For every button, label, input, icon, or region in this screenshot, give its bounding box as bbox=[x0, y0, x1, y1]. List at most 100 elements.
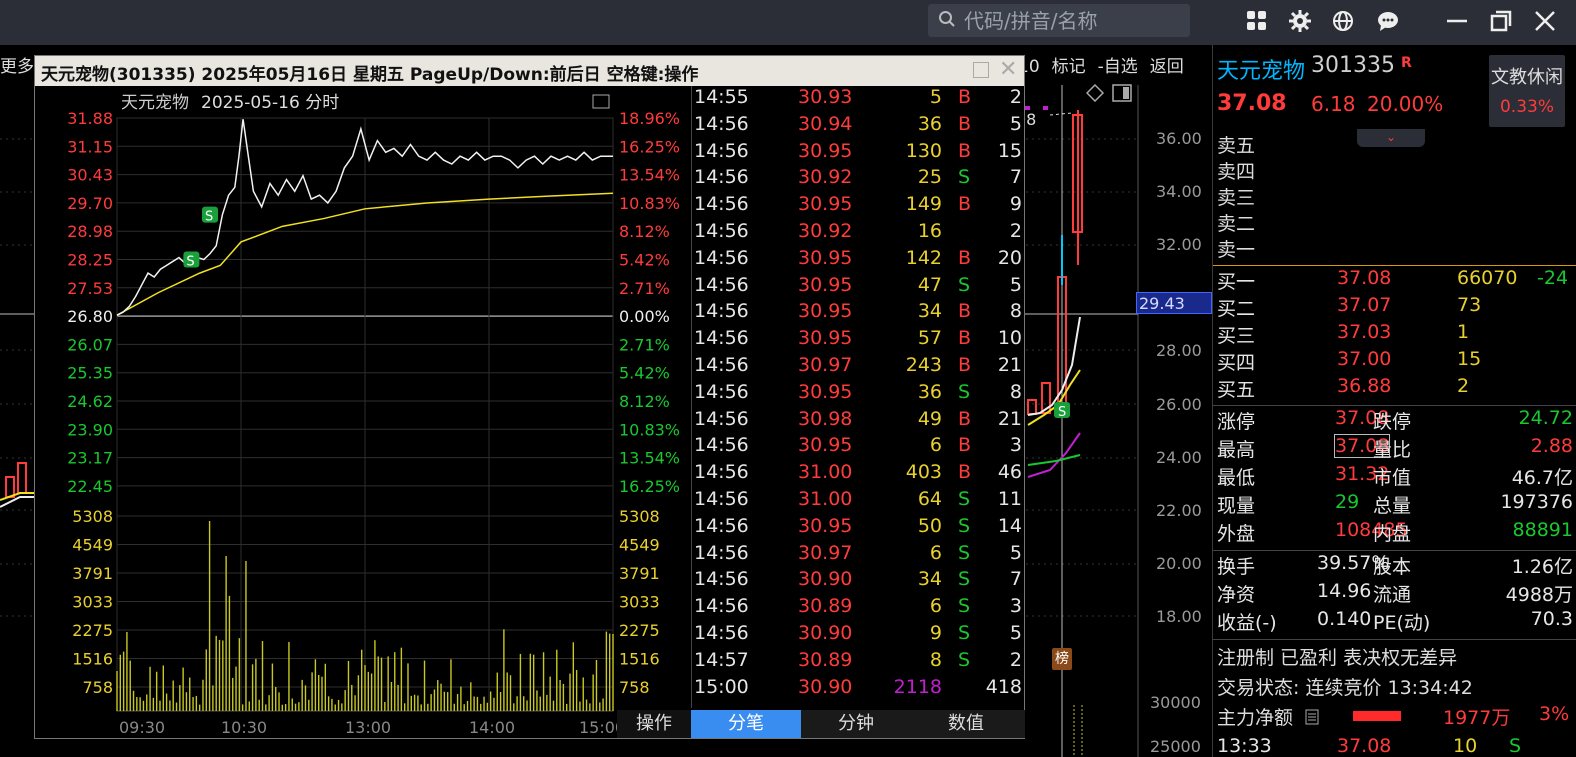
price-tick-label: 31.88 bbox=[67, 109, 113, 128]
bid-row[interactable]: 买三 37.03 1 bbox=[1217, 321, 1569, 348]
popup-maximize-icon[interactable] bbox=[973, 62, 989, 78]
bid-row[interactable]: 买五 36.88 2 bbox=[1217, 375, 1569, 402]
volume-tick-label: 3033 bbox=[619, 593, 660, 612]
bid-label: 买二 bbox=[1217, 298, 1256, 320]
sector-box[interactable]: 文教休闲 0.33% bbox=[1489, 55, 1565, 127]
tick-row[interactable]: 14:56 30.95 149 B 9 bbox=[692, 193, 1026, 220]
volume-tick-label: 1516 bbox=[72, 650, 113, 669]
bid-row[interactable]: 买二 37.07 73 bbox=[1217, 294, 1569, 321]
tick-count: 20 bbox=[997, 246, 1022, 269]
tick-side: B bbox=[958, 407, 972, 430]
search-input[interactable] bbox=[964, 5, 1184, 36]
tick-row[interactable]: 14:56 30.89 6 S 3 bbox=[692, 595, 1026, 622]
popup-titlebar[interactable]: 天元宠物(301335) 2025年05月16日 星期五 PageUp/Down… bbox=[35, 56, 1024, 86]
tick-row[interactable]: 14:56 30.94 36 B 5 bbox=[692, 113, 1026, 140]
tick-row[interactable]: 14:56 30.95 34 B 8 bbox=[692, 300, 1026, 327]
tick-list[interactable]: 14:55 30.93 5 B 2 14:56 30.94 36 B 5 14:… bbox=[691, 86, 1025, 708]
toolbar-back[interactable]: 返回 bbox=[1150, 57, 1184, 77]
price-tick-label: 28.98 bbox=[67, 222, 113, 241]
bid-row[interactable]: 买四 37.00 15 bbox=[1217, 348, 1569, 375]
stat-row: 最高 37.08 量比 2.88 bbox=[1217, 434, 1573, 463]
diamond-icon[interactable] bbox=[1086, 84, 1104, 102]
tab-1[interactable]: 分钟 bbox=[801, 710, 911, 738]
last-price: 37.08 bbox=[1217, 91, 1287, 116]
tick-row[interactable]: 14:56 30.95 142 B 20 bbox=[692, 247, 1026, 274]
registration-tags: 注册制 已盈利 表决权无差异 bbox=[1217, 647, 1458, 669]
ask-row[interactable]: 卖一 bbox=[1217, 235, 1569, 262]
capital-label[interactable]: 主力净额 bbox=[1217, 703, 1293, 730]
gear-icon[interactable] bbox=[1288, 9, 1312, 33]
tick-count: 8 bbox=[1009, 300, 1022, 323]
popup-close-icon[interactable]: ✕ bbox=[999, 59, 1017, 81]
tick-row[interactable]: 14:56 31.00 64 S 11 bbox=[692, 488, 1026, 515]
volume-tick-label: 758 bbox=[82, 678, 113, 697]
price-tick: 32.00 bbox=[1156, 235, 1202, 254]
tick-price: 30.98 bbox=[798, 407, 853, 430]
divider bbox=[1213, 639, 1576, 640]
tick-volume: 36 bbox=[917, 380, 942, 403]
close-icon[interactable] bbox=[1533, 9, 1557, 33]
ask-row[interactable]: 卖四 bbox=[1217, 157, 1569, 184]
stock-name[interactable]: 天元宠物 bbox=[1217, 53, 1305, 85]
tick-time: 14:57 bbox=[694, 648, 749, 671]
pct-tick-label: 5.42% bbox=[619, 364, 670, 383]
tick-row[interactable]: 14:56 30.90 34 S 7 bbox=[692, 568, 1026, 595]
ask-row[interactable]: 卖五 bbox=[1217, 131, 1569, 158]
tick-count: 21 bbox=[997, 407, 1022, 430]
stat-label: 市值 bbox=[1373, 467, 1412, 489]
toolbar-watchlist[interactable]: -自选 bbox=[1098, 57, 1138, 77]
tick-row[interactable]: 14:56 30.95 57 B 10 bbox=[692, 327, 1026, 354]
tick-row[interactable]: 14:56 30.97 243 B 21 bbox=[692, 354, 1026, 381]
bid-row[interactable]: 买一 37.08 66070 -24 bbox=[1217, 267, 1569, 294]
tick-side: B bbox=[958, 193, 972, 216]
list-icon[interactable] bbox=[1305, 709, 1319, 725]
volume-tick-label: 2275 bbox=[619, 621, 660, 640]
ask-row[interactable]: 卖三 bbox=[1217, 183, 1569, 210]
maximize-icon[interactable] bbox=[1489, 9, 1513, 33]
ranking-tag[interactable]: 榜 bbox=[1052, 648, 1072, 670]
tab-0[interactable]: 分笔 bbox=[691, 710, 801, 738]
trading-app: S 更多 10标记-自选返回 08 29.43 36.00 34.00 32.0… bbox=[0, 0, 1576, 757]
intraday-chart[interactable]: 31.88 18.96% 31.15 16.25% 30.43 13.54% 29.70 10… bbox=[35, 86, 691, 740]
tick-time: 14:56 bbox=[694, 541, 749, 564]
tick-side: S bbox=[958, 273, 971, 296]
pct-tick-label: 13.54% bbox=[619, 449, 680, 468]
toolbar-mark[interactable]: 标记 bbox=[1052, 57, 1086, 77]
tick-row[interactable]: 15:00 30.90 2118 418 bbox=[692, 676, 1026, 703]
search-icon[interactable] bbox=[938, 10, 956, 28]
bid-label: 买四 bbox=[1217, 352, 1256, 374]
panel-toggle-icon[interactable] bbox=[1112, 84, 1132, 102]
minimize-icon[interactable] bbox=[1445, 9, 1469, 33]
tick-price: 30.95 bbox=[798, 434, 853, 457]
tick-row[interactable]: 14:56 30.95 130 B 15 bbox=[692, 140, 1026, 167]
tick-row[interactable]: 14:56 30.97 6 S 5 bbox=[692, 542, 1026, 569]
tick-row[interactable]: 14:56 31.00 403 B 46 bbox=[692, 461, 1026, 488]
tick-row[interactable]: 14:56 30.95 50 S 14 bbox=[692, 515, 1026, 542]
tab-2[interactable]: 数值 bbox=[911, 710, 1021, 738]
globe-icon[interactable] bbox=[1331, 9, 1355, 33]
tick-row[interactable]: 14:56 30.90 9 S 5 bbox=[692, 622, 1026, 649]
more-button[interactable]: 更多 bbox=[0, 52, 34, 77]
price-tick-label: 27.53 bbox=[67, 279, 113, 298]
grid-icon[interactable] bbox=[1245, 9, 1269, 33]
tick-side: B bbox=[958, 434, 972, 457]
bid-label: 买五 bbox=[1217, 379, 1256, 401]
stat-label: 现量 bbox=[1217, 495, 1256, 517]
operate-button[interactable]: 操作 bbox=[617, 710, 691, 738]
capital-bar bbox=[1353, 711, 1401, 721]
sector-pct: 0.33% bbox=[1499, 97, 1554, 117]
stat-value: 29 bbox=[1335, 491, 1360, 513]
chat-icon[interactable] bbox=[1376, 9, 1400, 33]
tick-row[interactable]: 14:56 30.95 36 S 8 bbox=[692, 381, 1026, 408]
tick-price: 30.89 bbox=[798, 595, 853, 618]
tick-row[interactable]: 14:56 30.95 6 B 3 bbox=[692, 434, 1026, 461]
tick-row[interactable]: 14:56 30.98 49 B 21 bbox=[692, 408, 1026, 435]
tick-row[interactable]: 14:56 30.95 47 S 5 bbox=[692, 274, 1026, 301]
ask-row[interactable]: 卖二 bbox=[1217, 209, 1569, 236]
tick-row[interactable]: 14:57 30.89 8 S 2 bbox=[692, 649, 1026, 676]
tick-row[interactable]: 14:55 30.93 5 B 2 bbox=[692, 86, 1026, 113]
tick-row[interactable]: 14:56 30.92 25 S 7 bbox=[692, 166, 1026, 193]
stat-label: 股本 bbox=[1373, 556, 1412, 578]
tick-price: 31.00 bbox=[798, 461, 853, 484]
tick-row[interactable]: 14:56 30.92 16 2 bbox=[692, 220, 1026, 247]
